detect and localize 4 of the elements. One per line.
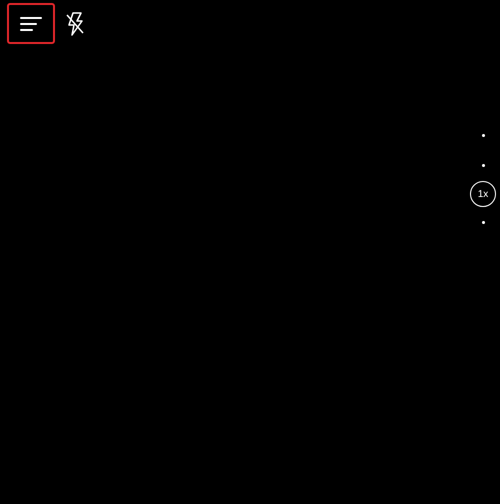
menu-icon	[20, 16, 42, 32]
zoom-button[interactable]: 1x	[470, 181, 496, 207]
menu-button[interactable]	[7, 3, 55, 44]
flash-off-icon	[65, 12, 85, 36]
